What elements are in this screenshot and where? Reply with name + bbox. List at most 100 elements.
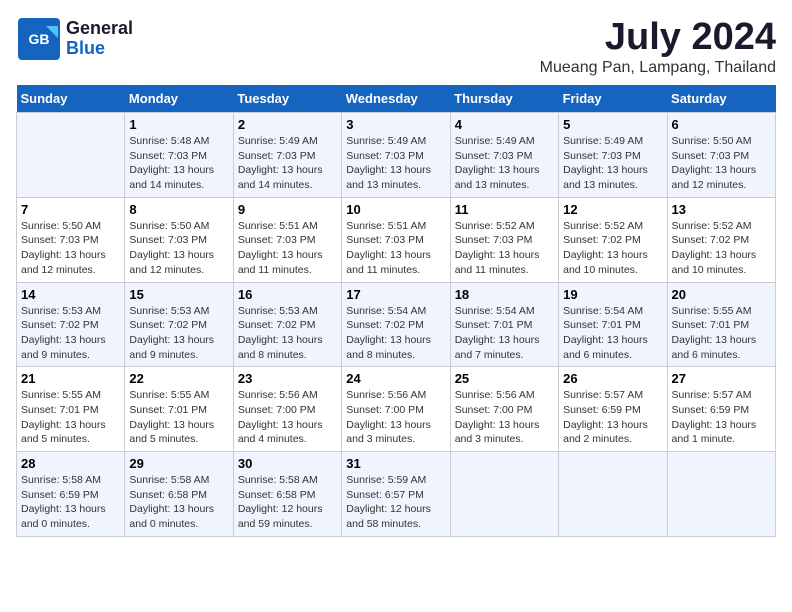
day-number: 20 — [672, 287, 771, 302]
day-info: Sunrise: 5:49 AM Sunset: 7:03 PM Dayligh… — [455, 134, 554, 193]
day-number: 6 — [672, 117, 771, 132]
calendar-cell: 17 Sunrise: 5:54 AM Sunset: 7:02 PM Dayli… — [342, 282, 450, 367]
calendar-cell — [17, 113, 125, 198]
day-number: 9 — [238, 202, 337, 217]
day-number: 24 — [346, 371, 445, 386]
calendar-cell: 5 Sunrise: 5:49 AM Sunset: 7:03 PM Daylig… — [559, 113, 667, 198]
day-info: Sunrise: 5:53 AM Sunset: 7:02 PM Dayligh… — [238, 304, 337, 363]
day-info: Sunrise: 5:58 AM Sunset: 6:58 PM Dayligh… — [238, 473, 337, 532]
logo-icon: GB — [16, 16, 62, 62]
day-number: 26 — [563, 371, 662, 386]
day-info: Sunrise: 5:54 AM Sunset: 7:02 PM Dayligh… — [346, 304, 445, 363]
day-info: Sunrise: 5:57 AM Sunset: 6:59 PM Dayligh… — [563, 388, 662, 447]
day-info: Sunrise: 5:49 AM Sunset: 7:03 PM Dayligh… — [563, 134, 662, 193]
calendar-cell: 11 Sunrise: 5:52 AM Sunset: 7:03 PM Dayli… — [450, 197, 558, 282]
day-info: Sunrise: 5:57 AM Sunset: 6:59 PM Dayligh… — [672, 388, 771, 447]
day-number: 1 — [129, 117, 228, 132]
day-info: Sunrise: 5:50 AM Sunset: 7:03 PM Dayligh… — [21, 219, 120, 278]
calendar-cell — [450, 452, 558, 537]
weekday-header-saturday: Saturday — [667, 85, 775, 113]
day-number: 5 — [563, 117, 662, 132]
day-info: Sunrise: 5:58 AM Sunset: 6:58 PM Dayligh… — [129, 473, 228, 532]
calendar-cell — [667, 452, 775, 537]
calendar-cell: 15Sunrise: 5:53 AM Sunset: 7:02 PM Dayli… — [125, 282, 233, 367]
calendar-cell: 19 Sunrise: 5:54 AM Sunset: 7:01 PM Dayli… — [559, 282, 667, 367]
calendar-cell: 28Sunrise: 5:58 AM Sunset: 6:59 PM Dayli… — [17, 452, 125, 537]
logo-name: General — [66, 19, 133, 39]
day-info: Sunrise: 5:55 AM Sunset: 7:01 PM Dayligh… — [672, 304, 771, 363]
week-row-3: 14 Sunrise: 5:53 AM Sunset: 7:02 PM Dayli… — [17, 282, 776, 367]
day-number: 15 — [129, 287, 228, 302]
calendar-cell: 26 Sunrise: 5:57 AM Sunset: 6:59 PM Dayli… — [559, 367, 667, 452]
day-number: 10 — [346, 202, 445, 217]
day-info: Sunrise: 5:51 AM Sunset: 7:03 PM Dayligh… — [346, 219, 445, 278]
weekday-header-row: SundayMondayTuesdayWednesdayThursdayFrid… — [17, 85, 776, 113]
day-number: 23 — [238, 371, 337, 386]
weekday-header-monday: Monday — [125, 85, 233, 113]
day-info: Sunrise: 5:48 AM Sunset: 7:03 PM Dayligh… — [129, 134, 228, 193]
calendar-cell: 23 Sunrise: 5:56 AM Sunset: 7:00 PM Dayli… — [233, 367, 341, 452]
day-info: Sunrise: 5:55 AM Sunset: 7:01 PM Dayligh… — [21, 388, 120, 447]
subtitle: Mueang Pan, Lampang, Thailand — [540, 59, 776, 77]
day-number: 22 — [129, 371, 228, 386]
day-info: Sunrise: 5:52 AM Sunset: 7:02 PM Dayligh… — [563, 219, 662, 278]
main-title: July 2024 — [540, 16, 776, 59]
day-number: 7 — [21, 202, 120, 217]
day-info: Sunrise: 5:59 AM Sunset: 6:57 PM Dayligh… — [346, 473, 445, 532]
week-row-4: 21Sunrise: 5:55 AM Sunset: 7:01 PM Dayli… — [17, 367, 776, 452]
day-info: Sunrise: 5:49 AM Sunset: 7:03 PM Dayligh… — [346, 134, 445, 193]
calendar-cell: 8Sunrise: 5:50 AM Sunset: 7:03 PM Daylig… — [125, 197, 233, 282]
day-info: Sunrise: 5:53 AM Sunset: 7:02 PM Dayligh… — [21, 304, 120, 363]
day-number: 17 — [346, 287, 445, 302]
day-number: 11 — [455, 202, 554, 217]
day-info: Sunrise: 5:58 AM Sunset: 6:59 PM Dayligh… — [21, 473, 120, 532]
day-number: 30 — [238, 456, 337, 471]
week-row-1: 1 Sunrise: 5:48 AM Sunset: 7:03 PM Daylig… — [17, 113, 776, 198]
page-header: GB General Blue July 2024 Mueang Pan, La… — [16, 16, 776, 77]
day-info: Sunrise: 5:55 AM Sunset: 7:01 PM Dayligh… — [129, 388, 228, 447]
calendar-cell: 3 Sunrise: 5:49 AM Sunset: 7:03 PM Daylig… — [342, 113, 450, 198]
week-row-5: 28Sunrise: 5:58 AM Sunset: 6:59 PM Dayli… — [17, 452, 776, 537]
calendar-cell: 1 Sunrise: 5:48 AM Sunset: 7:03 PM Daylig… — [125, 113, 233, 198]
logo: GB General Blue — [16, 16, 133, 62]
svg-text:GB: GB — [29, 31, 50, 47]
calendar-cell: 22 Sunrise: 5:55 AM Sunset: 7:01 PM Dayli… — [125, 367, 233, 452]
day-number: 13 — [672, 202, 771, 217]
calendar-cell: 13 Sunrise: 5:52 AM Sunset: 7:02 PM Dayli… — [667, 197, 775, 282]
day-info: Sunrise: 5:52 AM Sunset: 7:02 PM Dayligh… — [672, 219, 771, 278]
calendar-cell: 25Sunrise: 5:56 AM Sunset: 7:00 PM Dayli… — [450, 367, 558, 452]
day-number: 3 — [346, 117, 445, 132]
day-number: 16 — [238, 287, 337, 302]
day-number: 12 — [563, 202, 662, 217]
day-number: 4 — [455, 117, 554, 132]
calendar-cell: 18Sunrise: 5:54 AM Sunset: 7:01 PM Dayli… — [450, 282, 558, 367]
calendar-cell: 9 Sunrise: 5:51 AM Sunset: 7:03 PM Daylig… — [233, 197, 341, 282]
calendar-cell — [559, 452, 667, 537]
calendar-cell: 20 Sunrise: 5:55 AM Sunset: 7:01 PM Dayli… — [667, 282, 775, 367]
weekday-header-thursday: Thursday — [450, 85, 558, 113]
calendar-cell: 4 Sunrise: 5:49 AM Sunset: 7:03 PM Daylig… — [450, 113, 558, 198]
day-info: Sunrise: 5:56 AM Sunset: 7:00 PM Dayligh… — [455, 388, 554, 447]
day-info: Sunrise: 5:56 AM Sunset: 7:00 PM Dayligh… — [346, 388, 445, 447]
calendar-cell: 14 Sunrise: 5:53 AM Sunset: 7:02 PM Dayli… — [17, 282, 125, 367]
day-number: 2 — [238, 117, 337, 132]
day-number: 31 — [346, 456, 445, 471]
day-info: Sunrise: 5:52 AM Sunset: 7:03 PM Dayligh… — [455, 219, 554, 278]
calendar-cell: 6 Sunrise: 5:50 AM Sunset: 7:03 PM Daylig… — [667, 113, 775, 198]
day-info: Sunrise: 5:50 AM Sunset: 7:03 PM Dayligh… — [672, 134, 771, 193]
day-info: Sunrise: 5:54 AM Sunset: 7:01 PM Dayligh… — [563, 304, 662, 363]
day-number: 27 — [672, 371, 771, 386]
calendar-cell: 12 Sunrise: 5:52 AM Sunset: 7:02 PM Dayli… — [559, 197, 667, 282]
day-number: 19 — [563, 287, 662, 302]
weekday-header-sunday: Sunday — [17, 85, 125, 113]
calendar-cell: 27 Sunrise: 5:57 AM Sunset: 6:59 PM Dayli… — [667, 367, 775, 452]
calendar-cell: 2Sunrise: 5:49 AM Sunset: 7:03 PM Daylig… — [233, 113, 341, 198]
day-info: Sunrise: 5:50 AM Sunset: 7:03 PM Dayligh… — [129, 219, 228, 278]
day-info: Sunrise: 5:56 AM Sunset: 7:00 PM Dayligh… — [238, 388, 337, 447]
day-number: 29 — [129, 456, 228, 471]
day-info: Sunrise: 5:51 AM Sunset: 7:03 PM Dayligh… — [238, 219, 337, 278]
calendar-cell: 24 Sunrise: 5:56 AM Sunset: 7:00 PM Dayli… — [342, 367, 450, 452]
title-block: July 2024 Mueang Pan, Lampang, Thailand — [540, 16, 776, 77]
weekday-header-wednesday: Wednesday — [342, 85, 450, 113]
day-number: 14 — [21, 287, 120, 302]
